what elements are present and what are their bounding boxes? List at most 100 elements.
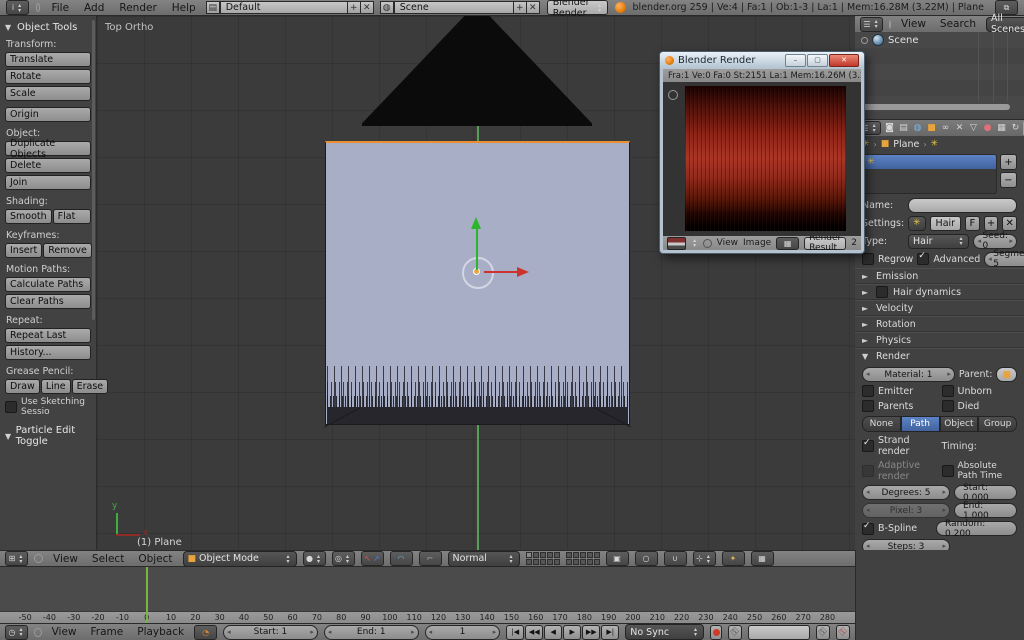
manipulator-x-arrow-icon[interactable] <box>517 267 529 277</box>
calculate-paths-button[interactable]: Calculate Paths <box>5 277 91 292</box>
type-dropdown[interactable]: Hair <box>908 234 969 249</box>
image-datablock-icon[interactable]: ▦ <box>776 237 799 250</box>
degrees-slider[interactable]: ◂Degrees: 5▸ <box>862 485 950 500</box>
render-opengl-anim-icon[interactable]: ▦ <box>751 551 774 566</box>
unlink-settings-button[interactable]: ✕ <box>1002 216 1017 231</box>
settings-name-field[interactable]: Hair <box>930 216 962 231</box>
material-slider[interactable]: ◂Material: 1▸ <box>862 367 955 382</box>
end-frame-field[interactable]: ◂End: 1▸ <box>324 625 419 640</box>
random-field[interactable]: Random: 0.200 <box>936 521 1017 536</box>
properties-tab-icon[interactable]: ■ <box>925 121 938 135</box>
scene-name[interactable]: Scene <box>394 1 514 14</box>
start-field[interactable]: Start: 0.000 <box>954 485 1017 500</box>
playback-button[interactable]: ▶ <box>563 625 581 640</box>
manipulator-y-axis[interactable] <box>476 228 478 270</box>
outliner-item-scene[interactable]: Scene <box>855 32 1024 48</box>
menu-view[interactable]: View <box>897 18 930 30</box>
emitter-checkbox[interactable]: Emitter <box>862 385 938 397</box>
screen-layout-name[interactable]: Default <box>220 1 348 14</box>
strand-render-checkbox[interactable]: Strand render <box>862 435 938 457</box>
panel-rotation[interactable]: ► Rotation <box>855 316 1024 332</box>
fake-user-button[interactable]: F <box>965 216 980 231</box>
seed-field[interactable]: ◂Seed: 0▸ <box>973 234 1017 249</box>
mode-dropdown[interactable]: ■Object Mode <box>183 551 297 567</box>
minimize-button[interactable]: – <box>785 54 806 67</box>
editor-type-3dview-icon[interactable]: ⊞ <box>5 551 28 566</box>
scale-button[interactable]: Scale <box>5 86 91 101</box>
add-scene-button[interactable]: + <box>513 1 527 14</box>
mode-object-button[interactable]: Object <box>940 416 979 432</box>
menu-render[interactable]: Render <box>115 2 160 14</box>
render-window-titlebar[interactable]: Blender Render – ▢ ✕ <box>660 52 864 68</box>
toolshelf-scrollbar[interactable] <box>92 20 95 320</box>
collapse-menus-dot[interactable] <box>36 3 40 12</box>
layers-grid-right[interactable] <box>566 552 600 565</box>
render-slot-number[interactable]: 2 <box>851 238 857 248</box>
close-button[interactable]: ✕ <box>829 54 859 67</box>
editor-type-stepper[interactable] <box>691 238 698 248</box>
start-frame-field[interactable]: ◂Start: 1▸ <box>223 625 318 640</box>
scene-selector[interactable]: ◍ Scene + ✕ <box>381 1 540 14</box>
menu-file[interactable]: File <box>47 2 73 14</box>
breadcrumb-object[interactable]: Plane <box>893 139 919 150</box>
time-icon[interactable]: ◔ <box>194 625 217 640</box>
collapse-menus-dot[interactable] <box>34 628 42 637</box>
menu-search[interactable]: Search <box>936 18 980 30</box>
record-button[interactable] <box>710 625 722 640</box>
menu-object[interactable]: Object <box>134 553 176 565</box>
adaptive-render-checkbox[interactable]: Adaptive render <box>862 460 938 482</box>
segments-field[interactable]: ◂Segment: 5▸ <box>984 252 1024 267</box>
mode-path-button[interactable]: Path <box>901 416 940 432</box>
menu-select[interactable]: Select <box>88 553 128 565</box>
join-button[interactable]: Join <box>5 175 91 190</box>
properties-tab-icon[interactable]: ▦ <box>995 121 1008 135</box>
image-datablock-name[interactable]: Render Result <box>804 237 846 250</box>
outliner-scrollbar[interactable] <box>859 104 1010 110</box>
snap-magnet-icon[interactable]: ∪ <box>664 551 687 566</box>
remove-particle-system-button[interactable]: − <box>1000 172 1017 188</box>
clear-paths-button[interactable]: Clear Paths <box>5 294 91 309</box>
playback-button[interactable]: ▶| <box>601 625 619 640</box>
erase-button[interactable]: Erase <box>72 379 109 394</box>
flat-button[interactable]: Flat <box>53 209 91 224</box>
menu-frame[interactable]: Frame <box>87 626 128 638</box>
playback-button[interactable]: ◀ <box>544 625 562 640</box>
properties-tab-icon[interactable]: ▽ <box>967 121 980 135</box>
editor-type-info-icon[interactable]: i <box>6 0 29 15</box>
pixel-slider[interactable]: ◂Pixel: 3▸ <box>862 503 950 518</box>
origin-button[interactable]: Origin <box>5 107 91 122</box>
mode-none-button[interactable]: None <box>862 416 901 432</box>
lock-to-scene-icon[interactable]: ▣ <box>606 551 629 566</box>
scene-icon[interactable]: ◍ <box>380 1 394 14</box>
editor-type-timeline-icon[interactable]: ◷ <box>5 625 28 640</box>
died-checkbox[interactable]: Died <box>942 400 1018 412</box>
sync-dropdown[interactable]: No Sync <box>625 624 704 640</box>
properties-tab-icon[interactable]: ▤ <box>897 121 910 135</box>
scenes-filter-dropdown[interactable]: All Scenes <box>986 17 1024 32</box>
add-particle-system-button[interactable]: + <box>1000 154 1017 170</box>
properties-tab-icon[interactable]: ∞ <box>939 121 952 135</box>
menu-image[interactable]: Image <box>743 238 771 248</box>
draw-button[interactable]: Draw <box>5 379 40 394</box>
rotate-button[interactable]: Rotate <box>5 69 91 84</box>
end-field[interactable]: End: 1.000 <box>954 503 1017 518</box>
panel-hair-dynamics[interactable]: ► Hair dynamics <box>855 284 1024 300</box>
menu-playback[interactable]: Playback <box>133 626 188 638</box>
menu-view[interactable]: View <box>49 553 82 565</box>
particle-system-listbox[interactable]: ✳ <box>862 154 997 194</box>
current-frame-field[interactable]: ◂1▸ <box>425 625 501 640</box>
delete-scene-button[interactable]: ✕ <box>526 1 540 14</box>
timeline-area[interactable] <box>0 567 855 611</box>
properties-tab-icon[interactable]: ↻ <box>1009 121 1022 135</box>
collapse-menus-dot[interactable] <box>889 20 891 29</box>
add-layout-button[interactable]: + <box>347 1 361 14</box>
collapse-menus-dot[interactable] <box>34 554 43 563</box>
menu-add[interactable]: Add <box>80 2 108 14</box>
insert-keyframe-button[interactable]: Insert <box>5 243 42 258</box>
keying-set-field[interactable] <box>748 625 810 640</box>
properties-tab-icon[interactable]: ✕ <box>953 121 966 135</box>
orientation-dropdown[interactable]: Normal <box>448 551 520 567</box>
camera-object[interactable] <box>362 16 592 126</box>
properties-tab-icon[interactable]: ● <box>981 121 994 135</box>
expand-icon[interactable] <box>861 37 868 44</box>
